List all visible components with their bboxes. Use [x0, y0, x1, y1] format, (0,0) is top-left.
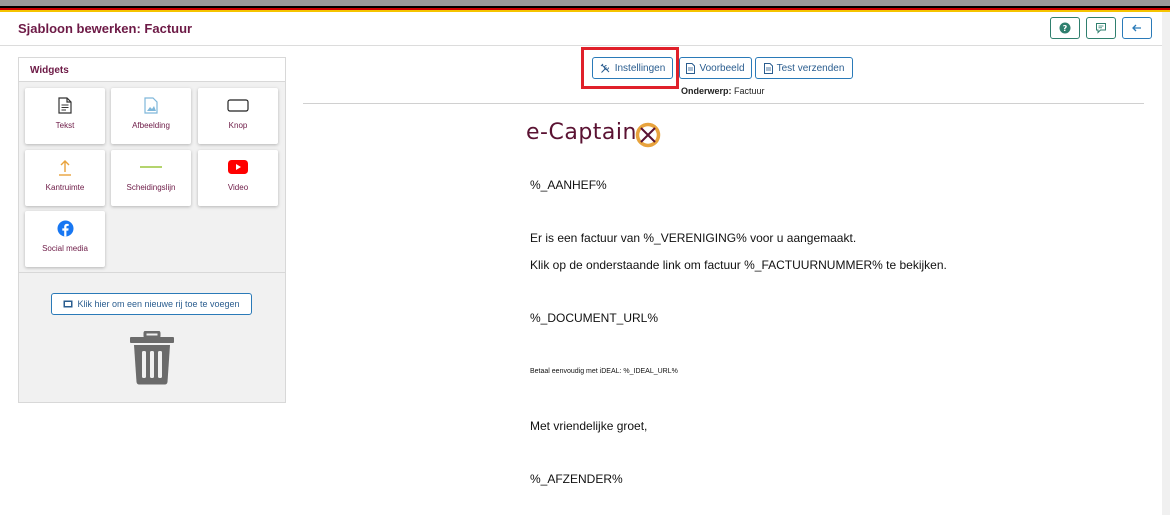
- widget-knop[interactable]: Knop: [198, 88, 278, 144]
- widget-label: Knop: [228, 121, 248, 130]
- comment-button[interactable]: [1086, 17, 1116, 39]
- test-send-label: Test verzenden: [776, 62, 845, 74]
- header-divider: [0, 45, 1162, 46]
- widget-scheidingslijn[interactable]: Scheidingslijn: [111, 150, 191, 206]
- trash-icon[interactable]: [129, 331, 175, 385]
- upload-arrow-icon: [59, 159, 71, 176]
- email-aanhef[interactable]: %_AANHEF%: [530, 178, 607, 192]
- row-icon: [63, 300, 73, 308]
- widget-tekst[interactable]: Tekst: [25, 88, 105, 144]
- widget-label: Afbeelding: [132, 121, 170, 130]
- add-row-label: Klik hier om een nieuwe rij toe te voege…: [77, 299, 240, 309]
- header-actions: ?: [1050, 17, 1152, 39]
- back-button[interactable]: [1122, 17, 1152, 39]
- widget-afbeelding[interactable]: Afbeelding: [111, 88, 191, 144]
- widget-social-media[interactable]: Social media: [25, 211, 105, 267]
- email-sender[interactable]: %_AFZENDER%: [530, 472, 623, 486]
- document-icon: [686, 62, 696, 74]
- arrow-left-icon: [1132, 24, 1141, 32]
- editor-divider: [303, 103, 1144, 104]
- image-icon: [144, 96, 158, 114]
- subject-label: Onderwerp:: [681, 86, 732, 96]
- widgets-separator: [19, 272, 285, 273]
- email-greeting[interactable]: Met vriendelijke groet,: [530, 419, 647, 433]
- test-send-button[interactable]: Test verzenden: [755, 57, 853, 79]
- widget-label: Video: [227, 183, 249, 192]
- divider-line-icon: [140, 166, 162, 168]
- settings-highlight: [581, 47, 679, 89]
- subject-line: Onderwerp: Factuur: [681, 86, 765, 96]
- widgets-panel: Widgets Tekst Afbeelding Knop Kantruimte: [18, 57, 286, 403]
- widget-kantruimte[interactable]: Kantruimte: [25, 150, 105, 206]
- comment-icon: [1096, 23, 1106, 34]
- page-scrollbar[interactable]: [1162, 12, 1170, 515]
- top-color-bar: [0, 0, 1170, 12]
- svg-text:?: ?: [1063, 24, 1068, 33]
- button-icon: [227, 98, 249, 112]
- widget-label: Scheidingslijn: [126, 183, 176, 192]
- email-document-url[interactable]: %_DOCUMENT_URL%: [530, 311, 658, 325]
- widget-label: Social media: [42, 244, 88, 253]
- page-title: Sjabloon bewerken: Factuur: [18, 21, 193, 36]
- facebook-icon: [57, 220, 73, 236]
- logo-text: e-Captain: [526, 120, 637, 145]
- preview-button[interactable]: Voorbeeld: [679, 57, 752, 79]
- widget-label: Kantruimte: [45, 183, 85, 192]
- preview-label: Voorbeeld: [699, 62, 745, 74]
- help-icon: ?: [1059, 22, 1071, 34]
- help-button[interactable]: ?: [1050, 17, 1080, 39]
- document-icon: [763, 62, 773, 74]
- subject-value: Factuur: [734, 86, 765, 96]
- email-ideal-line[interactable]: Betaal eenvoudig met iDEAL: %_IDEAL_URL%: [530, 368, 678, 375]
- widgets-title: Widgets: [19, 58, 285, 82]
- youtube-icon: [228, 160, 248, 174]
- widget-video[interactable]: Video: [198, 150, 278, 206]
- logo-mark-icon: [635, 122, 661, 148]
- add-row-button[interactable]: Klik hier om een nieuwe rij toe te voege…: [51, 293, 252, 315]
- widget-label: Tekst: [55, 121, 75, 130]
- email-line-2[interactable]: Klik op de onderstaande link om factuur …: [530, 258, 947, 272]
- email-line-1[interactable]: Er is een factuur van %_VERENIGING% voor…: [530, 231, 856, 245]
- document-icon: [58, 96, 72, 114]
